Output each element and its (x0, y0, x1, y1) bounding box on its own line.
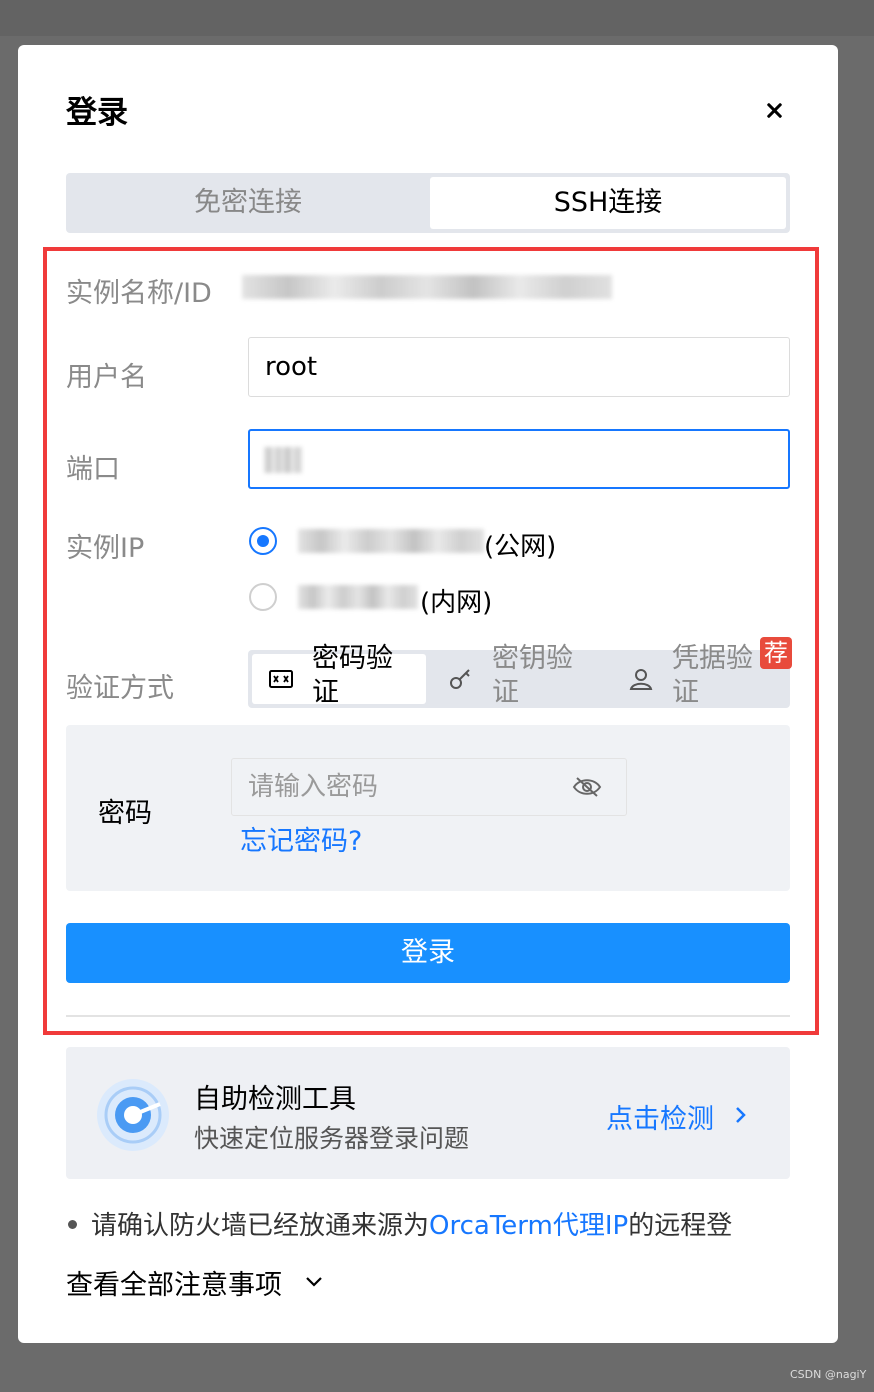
password-icon (269, 670, 293, 688)
radar-icon (97, 1079, 169, 1151)
login-button[interactable]: 登录 (66, 923, 790, 983)
username-label: 用户名 (66, 362, 147, 393)
diagnostic-card: 自助检测工具 快速定位服务器登录问题 点击检测 (66, 1047, 790, 1179)
bullet-icon (68, 1219, 77, 1229)
close-icon[interactable] (756, 93, 792, 129)
private-ip-radio[interactable] (249, 583, 277, 611)
diagnostic-link[interactable]: 点击检测 (606, 1097, 714, 1136)
public-ip-radio[interactable] (249, 527, 277, 555)
divider (66, 1015, 790, 1017)
notice-suffix: 的远程登 (628, 1211, 733, 1241)
public-ip-suffix: (公网) (484, 532, 557, 562)
backdrop-top (0, 0, 874, 36)
auth-option-credential-label: 凭据验证 (672, 643, 753, 708)
username-value: root (265, 352, 318, 382)
user-icon (629, 669, 653, 690)
private-ip-redacted (298, 585, 418, 609)
view-all-notes[interactable]: 查看全部注意事项 (66, 1263, 282, 1302)
tab-ssh[interactable]: SSH连接 (430, 177, 786, 229)
password-input[interactable]: 请输入密码 (231, 758, 627, 816)
auth-option-password[interactable]: 密码验证 (252, 643, 426, 708)
username-input[interactable]: root (248, 337, 790, 397)
eye-off-icon[interactable] (572, 775, 602, 799)
password-panel: 密码 请输入密码 忘记密码? (66, 725, 790, 891)
port-label: 端口 (66, 454, 120, 485)
connection-tabs: 免密连接 SSH连接 (66, 173, 790, 233)
login-dialog: 登录 免密连接 SSH连接 实例名称/ID 用户名 root 端口 实例IP (… (18, 45, 838, 1343)
watermark: CSDN @nagiY (790, 1368, 867, 1381)
instance-label: 实例名称/ID (66, 278, 212, 309)
instance-id-redacted (242, 275, 612, 299)
password-placeholder: 请输入密码 (248, 772, 379, 802)
firewall-notice: 请确认防火墙已经放通来源为OrcaTerm代理IP的远程登 (66, 1205, 806, 1242)
auth-method-selector: 密码验证 密钥验证 凭据验证 (248, 643, 790, 708)
recommend-badge: 荐 (760, 637, 792, 669)
chevron-down-icon[interactable] (304, 1275, 324, 1289)
auth-option-key[interactable]: 密钥验证 (432, 643, 606, 708)
proxy-ip-link[interactable]: OrcaTerm代理IP (429, 1211, 628, 1241)
diagnostic-title: 自助检测工具 (194, 1084, 356, 1115)
password-label: 密码 (98, 798, 152, 829)
private-ip-suffix: (内网) (420, 588, 493, 618)
port-input[interactable] (248, 429, 790, 489)
ip-label: 实例IP (66, 533, 145, 564)
port-value-redacted (264, 447, 302, 473)
key-icon (450, 669, 470, 689)
public-ip-redacted (298, 529, 484, 553)
auth-option-key-label: 密钥验证 (492, 643, 573, 708)
auth-label: 验证方式 (66, 673, 174, 704)
auth-option-password-label: 密码验证 (312, 643, 393, 708)
forgot-password-link[interactable]: 忘记密码? (240, 819, 362, 858)
diagnostic-subtitle: 快速定位服务器登录问题 (194, 1124, 470, 1153)
notice-prefix: 请确认防火墙已经放通来源为 (91, 1211, 430, 1241)
chevron-right-icon[interactable] (734, 1105, 748, 1125)
dialog-title: 登录 (66, 95, 128, 131)
tab-passwordless[interactable]: 免密连接 (70, 177, 426, 229)
